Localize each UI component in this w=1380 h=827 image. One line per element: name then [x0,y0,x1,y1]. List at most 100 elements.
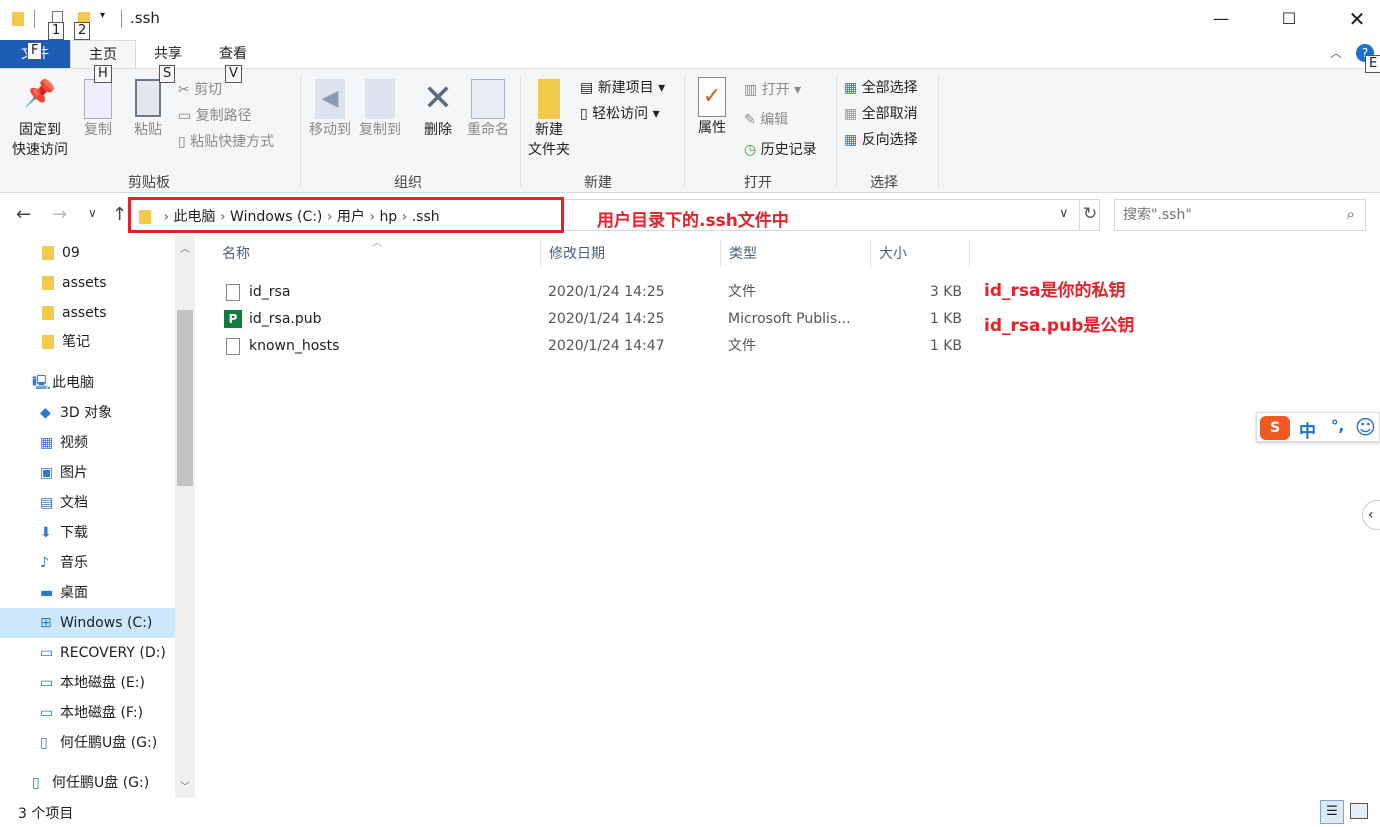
move-to-icon: ◀ [315,79,345,119]
navigation-pane: 09 assets assets 笔记 🖳此电脑 ◆ 3D 对象 ▦ 视频 ▣ 图片 ▤ 文档 ⬇ 下载 ♪ 音… [0,236,195,798]
easy-access-label: 轻松访问 [592,106,649,122]
copy-to-icon [365,79,395,119]
large-icons-view-icon[interactable] [1350,803,1368,819]
ime-language[interactable]: 中 [1299,417,1316,442]
keytip-f: F [27,42,43,60]
sidebar-item-label: 下载 [60,525,88,541]
copy-to-button[interactable]: 复制到 [356,79,404,139]
drive-icon: ▭ [40,705,54,721]
sidebar-item[interactable]: assets [0,298,175,328]
sidebar-item[interactable]: 笔记 [0,327,175,357]
sidebar-item[interactable]: ⊞ Windows (C:) [0,608,175,638]
invert-selection-button[interactable]: ▦ 反向选择 [844,129,918,149]
paste-icon [135,79,161,117]
details-view-icon[interactable]: ☰ [1320,800,1344,824]
up-button[interactable]: ↑ [112,204,127,225]
divider [938,75,939,187]
sidebar-item-label: 3D 对象 [60,405,113,421]
sidebar-item[interactable]: ◆ 3D 对象 [0,398,175,428]
paste-shortcut-label: 粘贴快捷方式 [190,134,275,150]
divider [684,75,685,187]
properties-label: 属性 [698,120,726,136]
sidebar-item[interactable]: ▭ 本地磁盘 (E:) [0,668,175,698]
sidebar-item[interactable]: ▭ 本地磁盘 (F:) [0,698,175,728]
file-name: id_rsa [249,284,291,300]
drive-icon: ▭ [40,645,54,661]
file-row[interactable]: known_hosts 2020/1/24 14:47 文件 1 KB [222,333,972,360]
address-dropdown-icon[interactable]: ∨ [1059,206,1069,221]
maximize-button[interactable]: ☐ [1266,0,1312,38]
sidebar-item[interactable]: ▣ 图片 [0,458,175,488]
folder-icon [12,12,24,26]
refresh-icon[interactable]: ↻ [1083,204,1097,224]
recent-locations-button[interactable]: ∨ [88,206,97,220]
status-item-count: 3 个项目 [18,806,74,822]
emoji-icon[interactable]: ☺ [1355,415,1376,439]
column-header-name[interactable]: 名称 [214,240,540,268]
paste-shortcut-button[interactable]: ▯ 粘贴快捷方式 [178,131,274,151]
rename-button[interactable]: 重命名 [464,79,512,139]
group-label-organize: 组织 [394,175,422,191]
delete-button[interactable]: ✕ 删除 [418,79,458,139]
sidebar-item[interactable]: ⬇ 下载 [0,518,175,548]
move-to-button[interactable]: ◀ 移动到 [306,79,354,139]
history-button[interactable]: ◷ 历史记录 [744,139,817,159]
cut-button[interactable]: ✂ 剪切 [178,79,222,99]
column-header-type[interactable]: 类型 [720,240,870,268]
column-header-date[interactable]: 修改日期 [540,240,720,268]
file-row[interactable]: id_rsa 2020/1/24 14:25 文件 3 KB [222,279,972,306]
sidebar-item[interactable]: ▬ 桌面 [0,578,175,608]
tab-view[interactable]: 查看 [205,40,261,68]
properties-button[interactable]: ✓ 属性 [692,77,732,137]
file-row[interactable]: P id_rsa.pub 2020/1/24 14:25 Microsoft P… [222,306,972,333]
sidebar-item-label: 音乐 [60,555,88,571]
search-icon[interactable]: ⌕ [1347,205,1355,223]
ime-toolbar[interactable]: S 中 °, ☺ [1256,412,1380,442]
forward-button[interactable]: → [52,204,67,225]
select-all-button[interactable]: ▦ 全部选择 [844,77,918,97]
sidebar-item-label: Windows (C:) [60,615,153,631]
minimize-button[interactable]: — [1198,0,1244,38]
ime-punctuation[interactable]: °, [1331,417,1344,435]
sidebar-item[interactable]: ▯ 何任鹏U盘 (G:) [0,728,175,758]
scroll-down-icon[interactable]: ﹀ [180,778,190,793]
sidebar-item[interactable]: 09 [0,238,175,268]
new-item-button[interactable]: ▤ 新建项目 ▾ [580,77,665,97]
search-input[interactable] [1123,201,1333,229]
copy-button[interactable]: 复制 [78,79,118,139]
annotation-private-key: id_rsa是你的私钥 [984,281,1126,301]
sidebar-item[interactable]: 🖳此电脑 [0,368,175,398]
select-none-button[interactable]: ▦ 全部取消 [844,103,918,123]
sidebar-item-label: 何任鹏U盘 (G:) [52,775,150,791]
sidebar-item[interactable]: ♪ 音乐 [0,548,175,578]
pin-quick-access-button[interactable]: 📌 固定到 快速访问 [8,79,72,159]
sidebar-item[interactable]: assets [0,268,175,298]
copy-path-button[interactable]: ▭ 复制路径 [178,105,252,125]
back-button[interactable]: ← [16,204,31,225]
new-folder-button[interactable]: 新建 文件夹 [524,79,574,159]
tab-share[interactable]: 共享 [140,40,196,68]
collapse-ribbon-icon[interactable]: ︿ [1330,44,1342,61]
scroll-up-icon[interactable]: ︿ [180,240,190,255]
customize-qa-icon[interactable]: ▾ [100,10,105,21]
sidebar-item[interactable]: ▯ 何任鹏U盘 (G:) [0,768,175,798]
sidebar-item[interactable]: ▦ 视频 [0,428,175,458]
sidebar-item[interactable]: ▭ RECOVERY (D:) [0,638,175,668]
search-box[interactable]: ⌕ [1114,199,1366,231]
annotation-address: 用户目录下的.ssh文件中 [597,211,789,231]
paste-button[interactable]: 粘贴 [128,79,168,139]
close-button[interactable]: ✕ [1334,0,1380,38]
sidebar-scrollbar[interactable]: ︿ ﹀ [175,236,195,798]
delete-label: 删除 [424,122,452,138]
file-size: 3 KB [929,284,962,300]
pin-icon: 📌 [23,79,57,109]
edit-button[interactable]: ✎ 编辑 [744,109,788,129]
open-button[interactable]: ▥ 打开 ▾ [744,79,801,99]
sidebar-item[interactable]: ▤ 文档 [0,488,175,518]
scrollbar-thumb[interactable] [177,310,193,486]
easy-access-button[interactable]: ▯ 轻松访问 ▾ [580,103,660,123]
folder-icon [42,306,54,320]
group-label-clipboard: 剪贴板 [128,175,170,191]
column-header-size[interactable]: 大小 [870,240,970,268]
side-panel-toggle-icon[interactable]: ‹ [1362,500,1380,530]
